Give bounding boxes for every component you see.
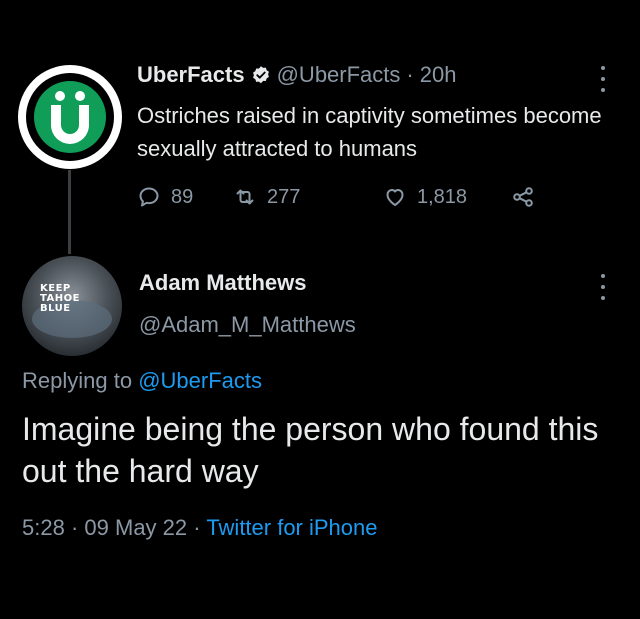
reply-button[interactable]: 89 [137, 185, 233, 209]
reply-count: 89 [171, 185, 194, 208]
share-icon [513, 187, 533, 207]
like-button[interactable]: 1,818 [383, 185, 511, 209]
reply-icon [139, 187, 159, 207]
handle[interactable]: @UberFacts [277, 62, 401, 88]
separator: · [70, 515, 79, 540]
tweet-date[interactable]: 09 May 22 [84, 515, 187, 540]
uberfacts-avatar[interactable] [18, 65, 122, 169]
display-name[interactable]: Adam Matthews [139, 270, 306, 296]
share-button[interactable] [511, 185, 535, 209]
retweet-button[interactable]: 277 [233, 185, 383, 209]
tweet2-meta: 5:28 · 09 May 22 · Twitter for iPhone [22, 515, 378, 541]
tweet-source[interactable]: Twitter for iPhone [206, 515, 377, 540]
verified-badge-icon [252, 66, 269, 84]
thread-line [68, 170, 71, 254]
tweet1-text: Ostriches raised in captivity sometimes … [137, 103, 602, 161]
like-count: 1,818 [417, 185, 468, 208]
replying-to-link[interactable]: @UberFacts [138, 368, 262, 393]
avatar-ring [26, 73, 114, 161]
avatar-text-line: BLUE [40, 303, 71, 314]
retweet-count: 277 [267, 185, 301, 208]
more-icon[interactable] [600, 274, 606, 300]
avatar-text: KEEP TAHOE BLUE [40, 284, 80, 314]
u-umlaut-logo-icon [51, 91, 89, 144]
retweet-icon [236, 189, 254, 205]
adam-matthews-avatar[interactable]: KEEP TAHOE BLUE [22, 256, 122, 356]
tweet-time[interactable]: 5:28 [22, 515, 65, 540]
more-icon[interactable] [600, 66, 606, 92]
handle[interactable]: @Adam_M_Matthews [139, 312, 356, 338]
replying-to: Replying to @UberFacts [22, 368, 262, 394]
separator: · [406, 62, 414, 87]
avatar-logo [34, 81, 106, 153]
tweet1-header: UberFacts @UberFacts · 20h [137, 62, 456, 88]
display-name[interactable]: UberFacts [137, 62, 245, 88]
replying-prefix: Replying to [22, 368, 133, 393]
like-icon [386, 189, 404, 206]
tweet2-text: Imagine being the person who found this … [22, 411, 599, 489]
separator: · [193, 515, 201, 540]
tweet1-actions: 89 277 1,818 [137, 185, 535, 209]
timestamp[interactable]: 20h [420, 62, 457, 88]
